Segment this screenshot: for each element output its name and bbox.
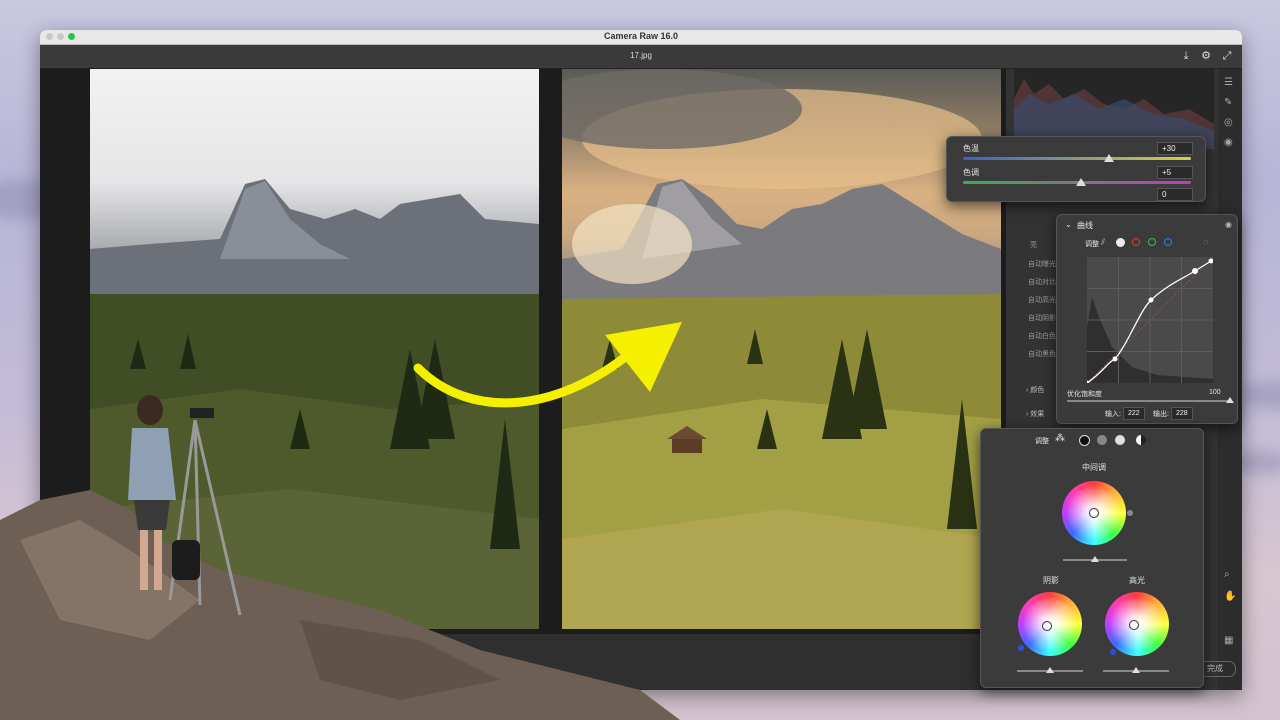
title-bar: Camera Raw 16.0 [40, 30, 1242, 45]
top-toolbar: 17.jpg ⤓ ⚙ ⤢ [40, 45, 1242, 69]
highlights-label: 高光 [1129, 576, 1145, 585]
shadows-color-wheel[interactable] [1018, 592, 1082, 656]
temp-value-field[interactable]: +30 [1157, 142, 1193, 155]
photographer-figure [128, 395, 242, 616]
wheel-center-handle[interactable] [1089, 508, 1099, 518]
output-value-field[interactable]: 228 [1171, 407, 1193, 420]
file-name: 17.jpg [630, 51, 652, 60]
auto-item[interactable]: 自动曝光 [1028, 259, 1056, 269]
input-value-field[interactable]: 222 [1123, 407, 1145, 420]
temp-slider[interactable] [963, 157, 1191, 160]
three-way-icon[interactable]: ⁂ [1055, 433, 1065, 444]
auto-item[interactable]: 自动阴影 [1028, 313, 1056, 323]
midtones-icon[interactable] [1097, 435, 1107, 445]
highlights-icon[interactable] [1115, 435, 1125, 445]
zoom-icon[interactable]: ⌕ [1224, 569, 1230, 580]
sky-cloud [1240, 380, 1280, 410]
section-effects[interactable]: › 效果 [1026, 409, 1044, 419]
curve-adjust-label: 调整 [1085, 241, 1099, 248]
channel-red-dot[interactable] [1132, 238, 1140, 246]
refine-saturation-thumb[interactable] [1226, 397, 1234, 403]
shadows-icon[interactable] [1079, 435, 1090, 446]
wheel-center-handle[interactable] [1129, 620, 1139, 630]
highlights-saturation-dot[interactable] [1110, 649, 1116, 655]
channel-blue-dot[interactable] [1164, 238, 1172, 246]
output-label: 输出: [1153, 411, 1169, 418]
temp-label: 色温 [963, 144, 979, 153]
input-label: 输入: [1105, 411, 1121, 418]
section-label: 效果 [1030, 411, 1045, 418]
eye-icon[interactable]: ◉ [1225, 220, 1232, 229]
midtones-label: 中间调 [1082, 463, 1106, 472]
grading-adjust-label: 调整 [1035, 438, 1049, 445]
temp-slider-thumb[interactable] [1104, 154, 1114, 162]
channel-green-dot[interactable] [1148, 238, 1156, 246]
curve-title: 曲线 [1077, 221, 1093, 230]
save-icon[interactable]: ⤓ [1179, 49, 1193, 63]
auto-item[interactable]: 自动白色 [1028, 331, 1056, 341]
midtones-color-wheel[interactable] [1062, 481, 1126, 545]
basic-section-label[interactable]: 亮 [1030, 240, 1037, 250]
wheel-center-handle[interactable] [1042, 621, 1052, 631]
channel-rgb-dot[interactable] [1116, 238, 1125, 247]
refine-saturation-value[interactable]: 100 [1209, 389, 1221, 396]
window-title: Camera Raw 16.0 [603, 31, 679, 41]
gear-icon[interactable]: ⚙ [1199, 49, 1213, 63]
fullscreen-icon[interactable]: ⤢ [1220, 49, 1234, 63]
midtones-saturation-dot[interactable] [1127, 510, 1133, 516]
target-adjust-icon[interactable]: ◌ [1203, 237, 1208, 247]
brush-icon[interactable]: ✎ [1224, 97, 1232, 108]
hand-icon[interactable]: ✋ [1224, 591, 1236, 602]
tone-curve-graph[interactable] [1087, 257, 1213, 383]
auto-item[interactable]: 自动黑色 [1028, 349, 1056, 359]
refine-saturation-slider[interactable] [1067, 400, 1229, 402]
refine-saturation-label: 优化饱和度 [1067, 391, 1102, 398]
global-icon[interactable] [1136, 435, 1146, 445]
color-grading-panel: 调整 ⁂ 中间调 阴影 高光 [980, 428, 1204, 688]
tint-slider-thumb[interactable] [1076, 178, 1086, 186]
section-label: 颜色 [1030, 387, 1045, 394]
auto-item[interactable]: 自动高光 [1028, 295, 1056, 305]
tint-label: 色调 [963, 168, 979, 177]
exposure-value-field[interactable]: 0 [1157, 188, 1193, 201]
heal-icon[interactable]: ◎ [1224, 117, 1233, 128]
tint-value-field[interactable]: +5 [1157, 166, 1193, 179]
section-color[interactable]: › 颜色 [1026, 385, 1044, 395]
foreground-rock [0, 490, 680, 720]
eye-icon[interactable]: ◉ [1224, 137, 1233, 148]
shadows-saturation-dot[interactable] [1018, 645, 1024, 651]
shadows-label: 阴影 [1043, 576, 1059, 585]
curve-collapse-icon[interactable]: ⌄ [1065, 220, 1072, 229]
white-balance-panel: 色温 +30 色调 +5 0 [946, 136, 1206, 202]
edit-icon[interactable]: ☰ [1224, 77, 1233, 88]
grid-icon[interactable]: ▦ [1224, 635, 1233, 646]
highlights-color-wheel[interactable] [1105, 592, 1169, 656]
shadows-luminance-thumb[interactable] [1046, 667, 1054, 673]
curve-panel: ⌄ 曲线 ◉ 调整 ⫽ ◌ 优化饱和度 100 输入: 222 输出: 228 [1056, 214, 1238, 424]
highlights-luminance-thumb[interactable] [1132, 667, 1140, 673]
midtones-luminance-thumb[interactable] [1091, 556, 1099, 562]
parametric-curve-icon[interactable]: ⫽ [1101, 237, 1105, 248]
auto-item[interactable]: 自动对比 [1028, 277, 1056, 287]
